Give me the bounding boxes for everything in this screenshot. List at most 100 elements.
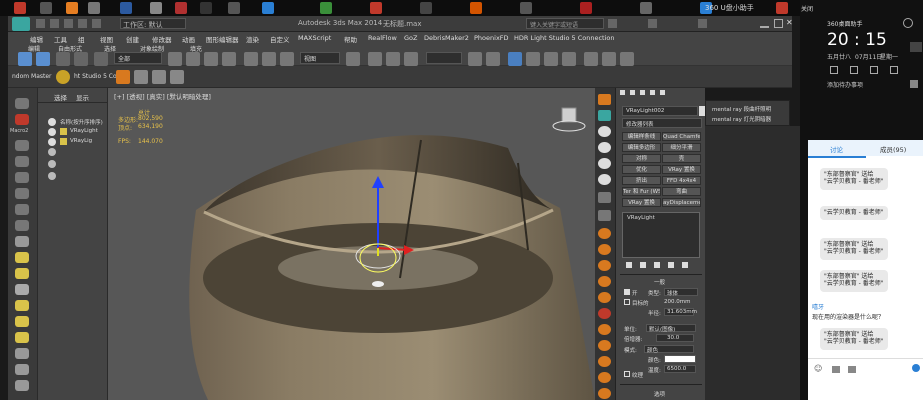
tab-icon[interactable] bbox=[630, 90, 635, 95]
redo-icon[interactable] bbox=[92, 19, 101, 28]
radius-spinner[interactable]: 31.603mm bbox=[664, 308, 697, 316]
sort-header[interactable]: 名称(按升序排序) bbox=[60, 118, 103, 126]
maximize-icon[interactable] bbox=[774, 19, 783, 28]
grid-icon[interactable] bbox=[170, 70, 184, 84]
popup-item[interactable]: mental ray 段曲杆照明 bbox=[712, 105, 771, 113]
menu-goz[interactable]: GoZ bbox=[404, 34, 417, 42]
bulb-icon[interactable] bbox=[56, 70, 70, 84]
type-dropdown[interactable]: 球体 bbox=[664, 288, 698, 297]
move-icon[interactable] bbox=[244, 52, 258, 66]
app-icon[interactable] bbox=[175, 2, 187, 14]
show-end-result-icon[interactable] bbox=[640, 262, 646, 268]
modifier-button[interactable]: 对称 bbox=[622, 154, 661, 163]
app-icon[interactable] bbox=[40, 2, 52, 14]
selection-filter-dropdown[interactable]: 全部 bbox=[114, 52, 162, 64]
app-icon[interactable] bbox=[320, 2, 332, 14]
tool-icon[interactable] bbox=[910, 80, 918, 88]
tool-icon[interactable] bbox=[15, 204, 29, 215]
rollout-options-title[interactable]: 选项 bbox=[654, 390, 665, 398]
modifier-list-dropdown[interactable]: 修改器列表 bbox=[622, 118, 702, 128]
app-icon[interactable] bbox=[580, 2, 592, 14]
menu-modifiers[interactable]: 修改器 bbox=[152, 34, 172, 44]
undo-icon[interactable] bbox=[18, 52, 32, 66]
tool-icon[interactable] bbox=[15, 188, 29, 199]
percent-snap-icon[interactable] bbox=[404, 52, 418, 66]
snap-icon[interactable] bbox=[368, 52, 382, 66]
render-setup-icon[interactable] bbox=[584, 52, 598, 66]
menu-group[interactable]: 组 bbox=[78, 34, 85, 44]
tab-select[interactable]: 选择 bbox=[54, 92, 67, 102]
on-checkbox[interactable] bbox=[624, 289, 630, 295]
tool-icon[interactable] bbox=[15, 98, 29, 109]
tool-icon[interactable] bbox=[598, 244, 611, 255]
menu-help[interactable]: 帮助 bbox=[344, 34, 357, 44]
word-icon[interactable] bbox=[120, 2, 132, 14]
menu-graph-editors[interactable]: 图形编辑器 bbox=[206, 34, 239, 44]
modify-tab-icon[interactable] bbox=[598, 110, 611, 121]
eye-icon[interactable] bbox=[48, 148, 56, 156]
pick-icon[interactable] bbox=[152, 70, 166, 84]
menu-rendering[interactable]: 渲染 bbox=[246, 34, 259, 44]
hierarchy-tab-icon[interactable] bbox=[598, 126, 611, 137]
modifier-button[interactable]: VRay 置换 bbox=[662, 165, 701, 174]
tab-members[interactable]: 成员(95) bbox=[880, 144, 906, 154]
tab-icon[interactable] bbox=[640, 90, 645, 95]
folder-icon[interactable] bbox=[848, 366, 856, 373]
tool-icon[interactable] bbox=[890, 66, 898, 74]
link-icon[interactable] bbox=[56, 52, 70, 66]
modifier-button[interactable]: 壳 bbox=[662, 154, 701, 163]
sphere-icon[interactable] bbox=[15, 332, 29, 343]
tool-icon[interactable] bbox=[598, 228, 611, 239]
angle-snap-icon[interactable] bbox=[386, 52, 400, 66]
motion-tab-icon[interactable] bbox=[598, 142, 611, 153]
send-icon[interactable] bbox=[912, 364, 920, 372]
pin-stack-icon[interactable] bbox=[626, 262, 632, 268]
texture-checkbox[interactable] bbox=[624, 371, 630, 377]
tool-icon[interactable] bbox=[598, 388, 611, 399]
select-by-name-icon[interactable] bbox=[186, 52, 200, 66]
menu-views[interactable]: 视图 bbox=[100, 34, 113, 44]
rotate-icon[interactable] bbox=[262, 52, 276, 66]
menu-maxscript[interactable]: MAXScript bbox=[298, 34, 331, 42]
sphere-icon[interactable] bbox=[15, 252, 29, 263]
app-icon[interactable] bbox=[470, 2, 482, 14]
temperature-spinner[interactable]: 6500.0 bbox=[664, 365, 696, 373]
tool-icon[interactable] bbox=[15, 380, 29, 391]
menu-debrismaker[interactable]: DebrisMaker2 bbox=[424, 34, 469, 42]
unlink-icon[interactable] bbox=[74, 52, 88, 66]
modifier-button[interactable]: 挤出 bbox=[622, 176, 661, 185]
tool-icon[interactable] bbox=[15, 236, 29, 247]
modifier-button[interactable]: 细分平滑 bbox=[662, 143, 701, 152]
tool-icon[interactable] bbox=[134, 70, 148, 84]
layer-icon[interactable] bbox=[508, 52, 522, 66]
tool-icon[interactable] bbox=[910, 42, 922, 52]
object-name-field[interactable]: VRayLight002 bbox=[622, 106, 698, 116]
modifier-stack[interactable]: VRayLight bbox=[622, 212, 700, 258]
multiplier-spinner[interactable]: 30.0 bbox=[656, 334, 694, 342]
app-icon[interactable] bbox=[776, 2, 788, 14]
tool-icon[interactable] bbox=[870, 66, 878, 74]
target-distance-value[interactable]: 200.0mm bbox=[664, 299, 690, 305]
hdr-light-studio-label[interactable]: ht Studio 5 Co bbox=[74, 73, 117, 80]
modifier-button[interactable]: Quad Chamfer bbox=[662, 132, 701, 141]
binoculars-icon[interactable] bbox=[608, 19, 617, 28]
perspective-viewport[interactable]: [+] [透视] [真实] [默认明暗处理] 总计 多边形: 802,590 顶… bbox=[108, 88, 595, 400]
unit-dropdown[interactable]: 默认(图像) bbox=[646, 324, 696, 333]
tool-icon[interactable] bbox=[598, 260, 611, 271]
modifier-button[interactable]: ayDisplacementM bbox=[662, 198, 701, 207]
open-icon[interactable] bbox=[50, 19, 59, 28]
utilities-tab-icon[interactable] bbox=[598, 174, 611, 185]
tool-icon[interactable] bbox=[15, 348, 29, 359]
tab-icon[interactable] bbox=[660, 90, 665, 95]
tool-icon[interactable] bbox=[598, 340, 611, 351]
modifier-button[interactable]: 编辑样条线 bbox=[622, 132, 661, 141]
help-icon[interactable] bbox=[698, 19, 707, 28]
app-icon[interactable] bbox=[14, 2, 26, 14]
tool-icon[interactable] bbox=[15, 364, 29, 375]
tool-icon[interactable] bbox=[598, 210, 611, 221]
named-selection-dropdown[interactable] bbox=[426, 52, 462, 64]
workspace-dropdown[interactable]: 工作区: 默认 bbox=[120, 18, 186, 29]
chat-username[interactable]: 嘻牙 bbox=[812, 302, 824, 311]
save-icon[interactable] bbox=[64, 19, 73, 28]
eye-icon[interactable] bbox=[48, 128, 56, 136]
